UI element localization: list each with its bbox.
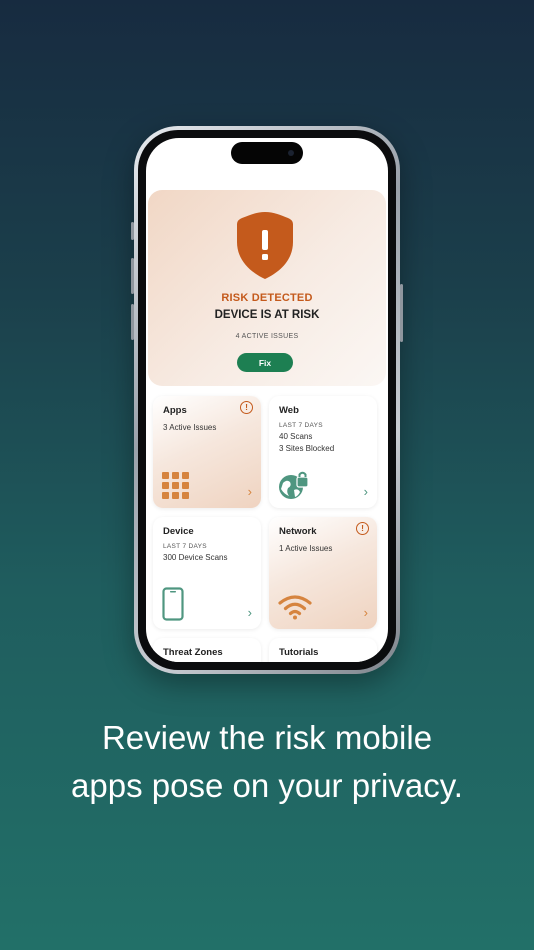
active-issues-count: 4 ACTIVE ISSUES [235, 333, 299, 340]
camera-dot [288, 150, 294, 156]
phone-icon [162, 587, 184, 621]
apps-tile-title: Apps [163, 405, 187, 416]
web-tile-title: Web [279, 405, 299, 416]
caption-line-1: Review the risk mobile [101, 719, 433, 756]
threat-zones-tile-title: Threat Zones [163, 647, 223, 658]
network-tile[interactable]: Network ! 1 Active Issues › [269, 517, 377, 629]
globe-lock-icon [279, 471, 309, 499]
phone-volume-down-button [131, 304, 134, 340]
shield-alert-icon [237, 212, 293, 279]
device-risk-status: DEVICE IS AT RISK [214, 309, 320, 321]
phone-action-button [131, 222, 134, 240]
web-period: LAST 7 DAYS [279, 422, 323, 429]
chevron-right-icon: › [363, 605, 368, 620]
fix-button[interactable]: Fix [237, 353, 293, 372]
apps-tile[interactable]: Apps ! 3 Active Issues › [153, 396, 261, 508]
grid-icon [162, 472, 189, 499]
threat-zones-tile[interactable]: Threat Zones [153, 638, 261, 662]
device-period: LAST 7 DAYS [163, 543, 207, 550]
chevron-right-icon: › [363, 484, 368, 499]
device-scans: 300 Device Scans [163, 553, 228, 562]
warning-icon: ! [356, 522, 369, 535]
wifi-icon [278, 595, 312, 620]
network-tile-title: Network [279, 526, 317, 537]
warning-icon: ! [240, 401, 253, 414]
chevron-right-icon: › [247, 605, 252, 620]
apps-active-issues: 3 Active Issues [163, 423, 217, 432]
phone-frame: RISK DETECTED DEVICE IS AT RISK 4 ACTIVE… [131, 126, 403, 674]
dynamic-island [231, 142, 303, 164]
caption-line-2: apps pose on your privacy. [71, 767, 463, 804]
web-tile[interactable]: Web LAST 7 DAYS 40 Scans 3 Sites Blocked… [269, 396, 377, 508]
phone-power-button [400, 284, 403, 342]
tutorials-tile-title: Tutorials [279, 647, 319, 658]
phone-screen: RISK DETECTED DEVICE IS AT RISK 4 ACTIVE… [146, 138, 388, 662]
web-sites-blocked: 3 Sites Blocked [279, 444, 335, 453]
risk-detected-label: RISK DETECTED [221, 292, 313, 304]
network-active-issues: 1 Active Issues [279, 544, 333, 553]
web-scans: 40 Scans [279, 432, 313, 441]
phone-volume-up-button [131, 258, 134, 294]
risk-summary-card: RISK DETECTED DEVICE IS AT RISK 4 ACTIVE… [148, 190, 386, 386]
device-tile-title: Device [163, 526, 194, 537]
tutorials-tile[interactable]: Tutorials [269, 638, 377, 662]
chevron-right-icon: › [247, 484, 252, 499]
device-tile[interactable]: Device LAST 7 DAYS 300 Device Scans › [153, 517, 261, 629]
